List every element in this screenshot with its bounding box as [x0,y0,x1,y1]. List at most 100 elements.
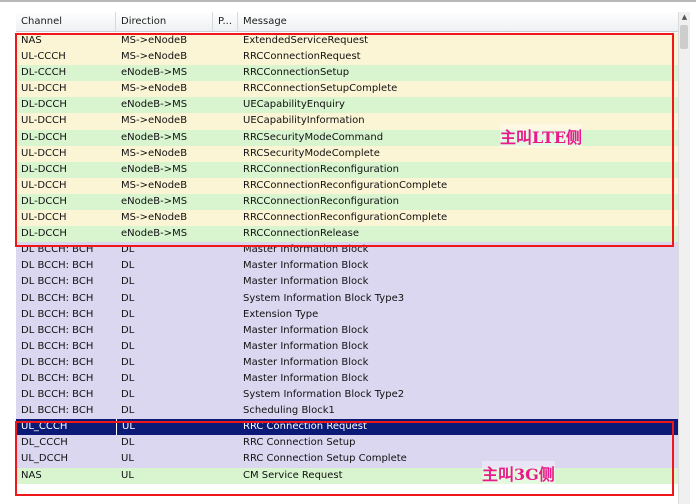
table-header: Channel Direction P... Message [16,12,678,32]
cell-channel: UL_DCCH [21,453,69,465]
table-row[interactable]: DL-DCCH eNodeB->MS RRCConnectionReconfigur… [16,161,678,178]
table-row[interactable]: DL BCCH: BCH DL Master Information Block [16,322,678,339]
cell-channel: DL BCCH: BCH [21,372,94,384]
cell-channel: DL BCCH: BCH [21,356,94,368]
cell-message: RRCConnectionSetup [243,67,350,79]
cell-direction: MS->eNodeB [121,83,188,95]
cell-message: RRCConnectionRelease [243,228,360,240]
scrollbar-thumb[interactable] [680,25,688,49]
column-header-channel[interactable]: Channel [16,12,116,31]
cell-message: RRCSecurityModeCommand [243,131,384,143]
cell-message: Extension Type [243,308,319,320]
table-row[interactable]: DL BCCH: BCH DL System Information Block T… [16,290,678,307]
cell-message: Master Information Block [243,372,369,384]
table-row[interactable]: UL_CCCH UL RRC Connection Request [16,419,678,436]
cell-channel: DL_CCCH [21,437,68,449]
cell-direction: MS->eNodeB [121,212,188,224]
cell-channel: UL-DCCH [21,83,67,95]
table-row[interactable]: DL-DCCH eNodeB->MS RRCConnectionRelease [16,226,678,243]
message-list: NAS MS->eNodeB ExtendedServiceRequest UL-CC… [16,33,678,484]
table-row[interactable]: DL BCCH: BCH DL Master Information Block [16,274,678,291]
annotation-lte: 主叫LTE侧 [500,124,583,148]
cell-channel: DL BCCH: BCH [21,260,94,272]
cell-channel: UL_CCCH [21,421,68,433]
cell-channel: DL BCCH: BCH [21,324,94,336]
cell-direction: MS->eNodeB [121,147,188,159]
cell-direction: DL [121,292,135,304]
cell-message: RRC Connection Setup [243,437,356,449]
table-row[interactable]: DL BCCH: BCH DL Master Information Block [16,338,678,355]
cell-message: RRCConnectionReconfigurationComplete [243,212,448,224]
table-row[interactable]: DL-CCCH eNodeB->MS RRCConnectionSetup [16,65,678,82]
cell-channel: NAS [21,35,42,46]
cell-channel: NAS [21,469,42,481]
cell-message: Master Information Block [243,276,369,288]
cell-message: RRC Connection Request [243,421,367,433]
cell-channel: DL-DCCH [21,228,67,240]
cell-direction: DL [121,405,135,417]
cell-direction: DL [121,308,135,320]
annotation-3g: 主叫3G侧 [482,461,555,485]
vertical-scrollbar[interactable]: ▲ [678,12,690,504]
table-row[interactable]: UL_DCCH UL RRC Connection Setup Complete [16,451,678,468]
cell-direction: DL [121,389,135,401]
table-row[interactable]: UL-DCCH MS->eNodeB RRCConnectionSetupCompl… [16,81,678,98]
cell-direction: eNodeB->MS [121,195,188,207]
column-header-direction[interactable]: Direction [116,12,213,31]
cell-direction: UL [116,419,216,436]
table-row[interactable]: UL-DCCH MS->eNodeB RRCSecurityModeComplete [16,145,678,162]
cell-direction: DL [121,244,135,256]
table-row[interactable]: DL BCCH: BCH DL Extension Type [16,306,678,323]
cell-channel: DL BCCH: BCH [21,405,94,417]
cell-message: RRC Connection Setup Complete [243,453,407,465]
cell-direction: DL [121,324,135,336]
cell-channel: DL-DCCH [21,195,67,207]
cell-message: UECapabilityInformation [243,115,365,127]
cell-direction: UL [121,453,134,465]
cell-message: RRCConnectionReconfigurationComplete [243,179,448,191]
cell-channel: DL-CCCH [21,67,67,79]
cell-message: System Information Block Type3 [243,292,405,304]
cell-channel: UL-DCCH [21,147,67,159]
cell-direction: DL [121,260,135,272]
table-row[interactable]: DL BCCH: BCH DL Master Information Block [16,354,678,371]
cell-message: RRCConnectionReconfiguration [243,195,399,207]
cell-message: UECapabilityEnquiry [243,99,345,111]
cell-channel: DL BCCH: BCH [21,244,94,256]
column-header-p[interactable]: P... [213,12,238,31]
cell-message: ExtendedServiceRequest [243,35,369,46]
table-row[interactable]: DL-DCCH eNodeB->MS UECapabilityEnquiry [16,97,678,114]
table-row[interactable]: NAS MS->eNodeB ExtendedServiceRequest [16,33,678,50]
table-row[interactable]: UL-DCCH MS->eNodeB RRCConnectionReconfigur… [16,210,678,227]
cell-direction: eNodeB->MS [121,67,188,79]
cell-message: RRCConnectionRequest [243,51,361,63]
cell-message: Master Information Block [243,340,369,352]
cell-channel: DL-DCCH [21,131,67,143]
table-row[interactable]: NAS UL CM Service Request [16,467,678,484]
table-row[interactable]: DL BCCH: BCH DL Master Information Block [16,258,678,275]
scroll-up-icon[interactable]: ▲ [679,12,690,23]
column-header-message[interactable]: Message [238,12,678,31]
table-row[interactable]: UL-CCCH MS->eNodeB RRCConnectionRequest [16,49,678,66]
table-row[interactable]: DL-DCCH eNodeB->MS RRCConnectionReconfigur… [16,193,678,211]
cell-direction: MS->eNodeB [121,35,188,46]
cell-channel: DL BCCH: BCH [21,308,94,320]
table-row[interactable]: DL BCCH: BCH DL Master Information Block [16,242,678,259]
cell-message: Master Information Block [243,244,369,256]
table-row[interactable]: DL_CCCH DL RRC Connection Setup [16,435,678,452]
cell-direction: MS->eNodeB [121,51,188,63]
cell-channel: DL BCCH: BCH [21,276,94,288]
table-row[interactable]: UL-DCCH MS->eNodeB RRCConnectionReconfigur… [16,177,678,194]
table-row[interactable]: DL BCCH: BCH DL Scheduling Block1 [16,403,678,420]
table-row[interactable]: DL BCCH: BCH DL Master Information Block [16,370,678,388]
cell-message: System Information Block Type2 [243,389,405,401]
cell-message: Master Information Block [243,324,369,336]
table-row[interactable]: DL BCCH: BCH DL System Information Block T… [16,387,678,404]
cell-message: Master Information Block [243,260,369,272]
cell-channel: DL BCCH: BCH [21,340,94,352]
cell-message: RRCConnectionReconfiguration [243,163,399,175]
cell-direction: MS->eNodeB [121,179,188,191]
cell-direction: eNodeB->MS [121,163,188,175]
cell-message: CM Service Request [243,469,343,481]
cell-channel: UL-DCCH [21,212,67,224]
